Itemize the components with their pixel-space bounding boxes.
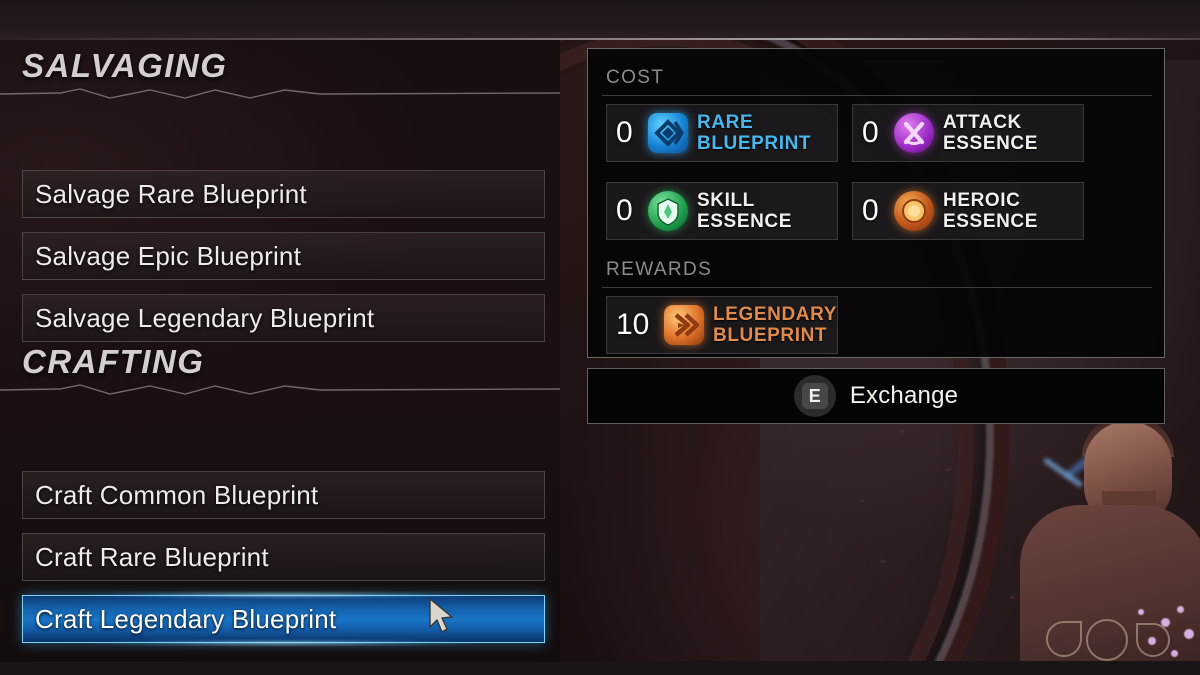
menu-item-label: Salvage Legendary Blueprint	[35, 302, 375, 333]
menu-item-craft-legendary-selected[interactable]: Craft Legendary Blueprint	[22, 595, 545, 643]
cost-item-label: ATTACK ESSENCE	[943, 112, 1039, 154]
reward-quantity: 10	[616, 308, 650, 341]
exchange-label: Exchange	[849, 382, 959, 409]
cost-item-attack-essence: 0 ATTACK ESSENCE	[852, 104, 1084, 162]
cost-section-label: COST	[606, 67, 665, 88]
keybind-circle: E	[793, 375, 836, 417]
section-title-crafting: CRAFTING	[22, 343, 205, 380]
menu-item-salvage-epic[interactable]: Salvage Epic Blueprint	[22, 232, 545, 280]
cost-item-skill-essence: 0 SKILL ESSENCE	[606, 182, 838, 240]
bottom-bar	[0, 661, 1200, 675]
menu-item-craft-common[interactable]: Craft Common Blueprint	[22, 471, 545, 519]
key-e-icon: E	[801, 383, 828, 409]
menu-item-label: Salvage Rare Blueprint	[35, 178, 307, 209]
cost-quantity: 0	[616, 116, 633, 149]
cost-item-rare-blueprint: 0 RARE BLUEPRINT	[606, 104, 838, 162]
top-bar	[0, 0, 1200, 40]
menu-item-label: Craft Legendary Blueprint	[35, 603, 337, 634]
cost-quantity: 0	[616, 194, 633, 227]
menu-item-salvage-legendary[interactable]: Salvage Legendary Blueprint	[22, 294, 545, 342]
game-screen: SALVAGING Salvage Rare Blueprint Salvage…	[0, 0, 1200, 675]
section-divider-salvaging	[0, 87, 560, 101]
rare-blueprint-icon	[648, 113, 688, 153]
heroic-essence-icon	[894, 191, 934, 231]
section-title-salvaging: SALVAGING	[22, 47, 228, 84]
cost-quantity: 0	[862, 194, 879, 227]
skill-essence-icon	[648, 191, 688, 231]
menu-item-craft-rare[interactable]: Craft Rare Blueprint	[22, 533, 545, 581]
menu-item-label: Salvage Epic Blueprint	[35, 240, 301, 271]
crafting-menu-panel: SALVAGING Salvage Rare Blueprint Salvage…	[0, 40, 560, 662]
rewards-section-label: REWARDS	[606, 259, 713, 280]
reward-item-legendary-blueprint: 10 LEGENDARY BLUEPRINT	[606, 296, 838, 354]
cost-item-label: HEROIC ESSENCE	[943, 190, 1039, 232]
cost-quantity: 0	[862, 116, 879, 149]
npc-character	[1020, 417, 1200, 675]
legendary-blueprint-icon	[664, 305, 704, 345]
exchange-button[interactable]: E Exchange	[587, 368, 1165, 424]
menu-item-label: Craft Rare Blueprint	[35, 541, 269, 572]
section-divider-crafting	[0, 383, 560, 397]
menu-item-salvage-rare[interactable]: Salvage Rare Blueprint	[22, 170, 545, 218]
cost-item-label: RARE BLUEPRINT	[697, 112, 812, 154]
attack-essence-icon	[894, 113, 934, 153]
rewards-divider	[602, 287, 1152, 288]
cost-item-label: SKILL ESSENCE	[697, 190, 793, 232]
cost-divider	[602, 95, 1152, 96]
exchange-info-panel: COST 0 RARE BLUEPRINT 0 ATTACK ESSENCE 0…	[587, 48, 1165, 358]
reward-item-label: LEGENDARY BLUEPRINT	[713, 304, 837, 346]
cost-item-heroic-essence: 0 HEROIC ESSENCE	[852, 182, 1084, 240]
menu-item-label: Craft Common Blueprint	[35, 479, 319, 510]
